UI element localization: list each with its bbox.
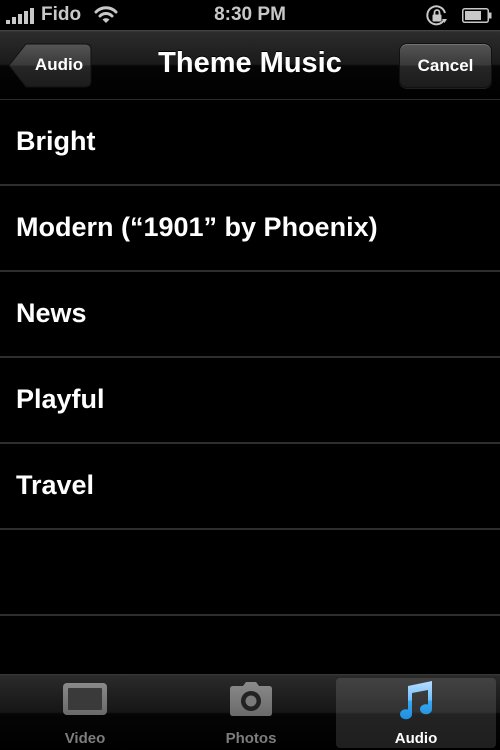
list-item-travel[interactable]: Travel bbox=[0, 444, 500, 530]
list-item-label: Bright bbox=[16, 126, 96, 156]
list-item-playful[interactable]: Playful bbox=[0, 358, 500, 444]
camera-icon bbox=[230, 682, 272, 716]
tab-photos[interactable]: Photos bbox=[168, 674, 334, 750]
tab-label: Video bbox=[64, 730, 106, 747]
list-item-label: News bbox=[16, 298, 87, 328]
list-item-news[interactable]: News bbox=[0, 272, 500, 358]
rotation-lock-icon bbox=[426, 5, 447, 26]
tab-label: Audio bbox=[394, 730, 438, 747]
list-item-modern[interactable]: Modern (“1901” by Phoenix) bbox=[0, 186, 500, 272]
theme-music-list: Bright Modern (“1901” by Phoenix) News P… bbox=[0, 100, 500, 702]
list-item-bright[interactable]: Bright bbox=[0, 100, 500, 186]
status-bar: Fido 8:30 PM bbox=[0, 0, 500, 30]
battery-icon bbox=[462, 8, 492, 23]
list-item-label: Travel bbox=[16, 470, 95, 500]
list-item-label: Modern (“1901” by Phoenix) bbox=[16, 212, 378, 242]
list-item-empty bbox=[0, 530, 500, 616]
video-icon bbox=[63, 683, 107, 715]
tab-label: Photos bbox=[225, 730, 277, 747]
cancel-button-label: Cancel bbox=[417, 56, 474, 75]
music-note-icon bbox=[400, 681, 433, 720]
list-item-label: Playful bbox=[16, 384, 105, 414]
cancel-button[interactable]: Cancel bbox=[399, 43, 492, 88]
tab-video[interactable]: Video bbox=[2, 674, 168, 750]
tab-audio[interactable]: Audio bbox=[336, 674, 496, 750]
tab-bar: Video Photos Audio bbox=[0, 674, 500, 750]
navigation-bar: Audio Theme Music Cancel bbox=[0, 30, 500, 100]
